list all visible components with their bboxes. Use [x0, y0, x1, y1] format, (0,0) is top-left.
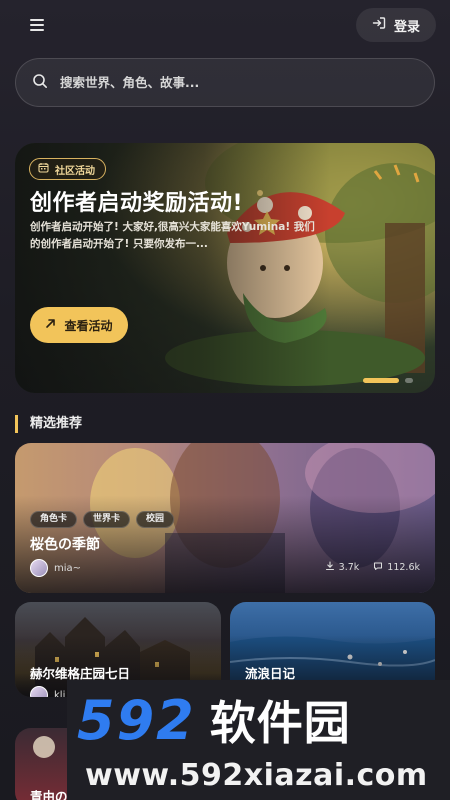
calendar-icon — [38, 162, 49, 176]
chat-icon — [373, 561, 383, 574]
banner-title: 创作者启动奖励活动! — [30, 191, 244, 216]
site-watermark: 592 软件园 www.592xiazai.com — [67, 680, 450, 800]
downloads-count: 3.7k — [338, 562, 360, 573]
card-title: 青由の — [30, 789, 68, 800]
hamburger-menu-icon[interactable] — [28, 16, 48, 34]
card-author[interactable]: mia~ — [30, 559, 81, 577]
moon-decoration — [33, 736, 55, 758]
search-bar[interactable] — [15, 58, 435, 107]
watermark-logo: 592 软件园 — [77, 689, 351, 752]
watermark-number: 592 — [77, 689, 196, 752]
card-stats: 3.7k 112.6k — [325, 561, 420, 574]
carousel-dot-active[interactable] — [363, 378, 399, 383]
views-count: 112.6k — [387, 562, 420, 573]
carousel-indicator — [363, 378, 413, 383]
views-stat: 112.6k — [373, 561, 420, 574]
banner-overlay — [15, 143, 435, 393]
watermark-url: www.592xiazai.com — [85, 758, 428, 793]
author-name: mia~ — [54, 562, 82, 574]
event-badge: 社区活动 — [29, 158, 106, 180]
login-button[interactable]: 登录 — [356, 8, 436, 42]
carousel-dot[interactable] — [405, 378, 413, 383]
login-arrow-icon — [372, 16, 386, 34]
author-name: klj — [54, 689, 66, 698]
tag-list: 角色卡 世界卡 校园 — [30, 511, 175, 528]
featured-section-title: 精选推荐 — [15, 415, 82, 433]
downloads-stat: 3.7k — [325, 561, 360, 574]
arrow-up-right-icon — [45, 318, 56, 332]
view-event-button[interactable]: 查看活动 — [30, 307, 128, 343]
login-label: 登录 — [393, 19, 420, 35]
event-banner[interactable]: 社区活动 创作者启动奖励活动! 创作者启动开始了! 大家好,很高兴大家能喜欢Yu… — [15, 143, 435, 393]
view-event-label: 查看活动 — [64, 318, 113, 333]
card-title: 桜色の季節 — [30, 537, 100, 553]
tag-character-card[interactable]: 角色卡 — [30, 511, 78, 528]
app-header: 登录 — [0, 0, 450, 50]
download-icon — [325, 561, 335, 574]
banner-description: 创作者启动开始了! 大家好,很高兴大家能喜欢Yumina! 我们的创作者启动开始… — [30, 221, 315, 250]
card-author[interactable]: klj — [30, 686, 65, 697]
search-input[interactable] — [60, 75, 400, 90]
tag-campus[interactable]: 校园 — [136, 511, 175, 528]
avatar — [30, 559, 48, 577]
avatar — [30, 686, 48, 697]
tag-world-card[interactable]: 世界卡 — [83, 511, 131, 528]
badge-label: 社区活动 — [55, 165, 95, 177]
search-icon — [32, 73, 48, 93]
featured-card-main[interactable]: 角色卡 世界卡 校园 桜色の季節 mia~ 3.7k 112.6k — [15, 443, 435, 593]
watermark-name: 软件园 — [209, 696, 351, 750]
